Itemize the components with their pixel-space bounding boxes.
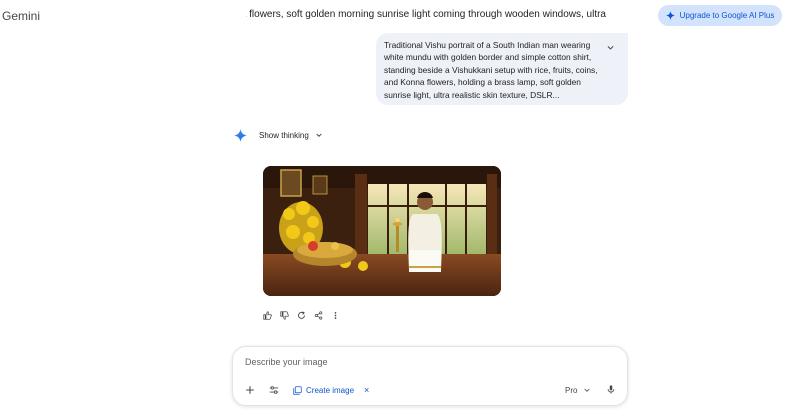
- create-image-chip[interactable]: Create image ×: [293, 384, 369, 396]
- generated-image-illustration: [263, 166, 501, 296]
- conversation-title[interactable]: nna flowers, soft golden morning sunrise…: [246, 9, 606, 20]
- gemini-chat-page: Gemini nna flowers, soft golden morning …: [0, 0, 800, 412]
- refresh-icon: [298, 311, 305, 319]
- user-prompt-text: Traditional Vishu portrait of a South In…: [384, 40, 598, 100]
- user-prompt-bubble: Traditional Vishu portrait of a South In…: [376, 33, 628, 105]
- app-title[interactable]: Gemini: [2, 9, 40, 23]
- prompt-composer: Create image × Pro: [232, 346, 628, 406]
- upgrade-button[interactable]: Upgrade to Google AI Plus: [658, 5, 782, 26]
- plus-icon[interactable]: [245, 385, 255, 395]
- model-selector[interactable]: Pro: [565, 384, 591, 396]
- prompt-input[interactable]: [245, 357, 605, 367]
- show-thinking-label: Show thinking: [259, 130, 309, 140]
- thumbs-down-button[interactable]: [280, 311, 289, 320]
- microphone-icon[interactable]: [606, 384, 616, 395]
- more-vert-icon: [334, 312, 337, 319]
- regenerate-button[interactable]: [297, 311, 306, 320]
- generated-image[interactable]: [263, 166, 501, 296]
- chevron-down-icon: [316, 133, 322, 137]
- upgrade-label: Upgrade to Google AI Plus: [679, 11, 775, 20]
- chevron-down-icon: [584, 388, 591, 392]
- close-icon[interactable]: ×: [364, 385, 369, 395]
- thumbs-up-icon: [263, 311, 272, 320]
- create-image-label: Create image: [306, 385, 355, 395]
- share-button[interactable]: [314, 311, 323, 320]
- sparkle-icon: [665, 11, 675, 20]
- response-actions: [263, 311, 340, 320]
- model-label: Pro: [565, 385, 578, 395]
- chevron-down-icon[interactable]: [606, 43, 615, 52]
- image-gallery-icon: [293, 385, 302, 395]
- show-thinking-toggle[interactable]: Show thinking: [259, 129, 323, 141]
- share-icon: [314, 311, 323, 320]
- tools-icon[interactable]: [269, 385, 279, 395]
- thumbs-up-button[interactable]: [263, 311, 272, 320]
- gemini-spark-icon: [234, 129, 247, 142]
- thumbs-down-icon: [280, 311, 289, 320]
- more-options-button[interactable]: [331, 311, 340, 320]
